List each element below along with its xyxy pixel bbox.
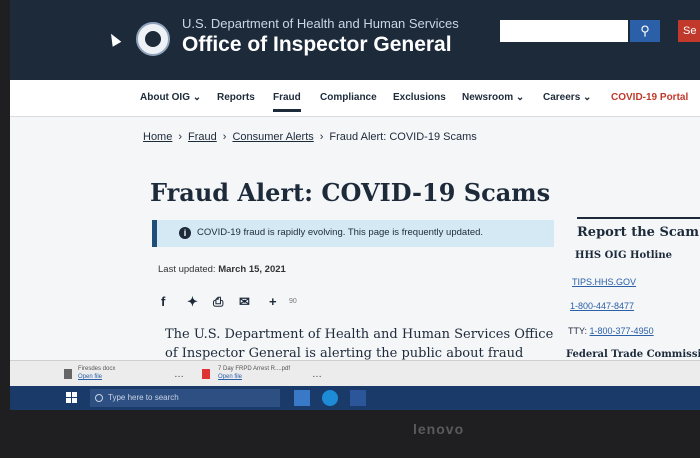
last-updated-label: Last updated: <box>158 264 216 275</box>
taskbar-search-placeholder: Type here to search <box>108 393 179 402</box>
share-count: 90 <box>289 298 297 305</box>
email-icon[interactable]: ✉ <box>239 294 250 310</box>
download-filename: Firesdes docx <box>78 366 116 372</box>
tty-line: TTY: 1-800-377-4950 <box>568 326 654 336</box>
sidebar-hotline: HHS OIG Hotline <box>575 250 672 261</box>
download-filename: 7 Day FRPD Arrest R....pdf <box>218 366 291 372</box>
sidebar-title: Report the Scam <box>577 225 699 240</box>
search-button[interactable]: ⚲ <box>630 20 660 42</box>
sidebar-rule <box>577 217 700 219</box>
file-icon <box>64 369 72 379</box>
breadcrumb-separator: › <box>319 131 324 143</box>
page-title: Fraud Alert: COVID-19 Scams <box>150 178 551 207</box>
nav-careers[interactable]: Careers ⌄ <box>543 92 591 103</box>
facebook-icon[interactable]: f <box>161 294 165 309</box>
screen: U.S. Department of Health and Human Serv… <box>10 0 700 410</box>
edge-icon[interactable] <box>322 390 338 406</box>
breadcrumb-fraud[interactable]: Fraud <box>188 131 217 143</box>
file-explorer-icon[interactable] <box>294 390 310 406</box>
breadcrumb-separator: › <box>178 131 183 143</box>
alert-text: COVID-19 fraud is rapidly evolving. This… <box>197 227 484 238</box>
search-input[interactable] <box>500 20 628 42</box>
breadcrumb-consumer-alerts[interactable]: Consumer Alerts <box>232 131 313 143</box>
breadcrumb-current: Fraud Alert: COVID-19 Scams <box>329 131 477 143</box>
breadcrumb-home[interactable]: Home <box>143 131 172 143</box>
breadcrumb-separator: › <box>222 131 227 143</box>
print-icon[interactable]: ⎙ <box>213 294 223 310</box>
tty-label: TTY: <box>568 326 588 336</box>
nav-reports[interactable]: Reports <box>217 92 255 103</box>
windows-start-icon[interactable] <box>66 392 78 404</box>
alert-banner: i COVID-19 fraud is rapidly evolving. Th… <box>152 220 554 247</box>
download-item-2[interactable]: 7 Day FRPD Arrest R....pdf Open file <box>218 365 290 381</box>
download-open-link[interactable]: Open file <box>78 373 115 381</box>
hotline-phone-link[interactable]: 1-800-447-8477 <box>570 301 634 311</box>
taskbar: Type here to search <box>10 386 700 410</box>
download-open-link[interactable]: Open file <box>218 373 290 381</box>
taskbar-search[interactable]: Type here to search <box>90 389 280 407</box>
sidebar-ftc-heading: Federal Trade Commission <box>566 349 700 360</box>
lenovo-logo: lenovo <box>413 421 465 437</box>
office-name[interactable]: Office of Inspector General <box>182 33 452 57</box>
download-more-icon[interactable]: … <box>312 369 322 380</box>
nav-newsroom[interactable]: Newsroom ⌄ <box>462 92 524 103</box>
pdf-icon <box>202 369 210 379</box>
search-icon <box>95 394 103 402</box>
downloads-bar: Firesdes docx Open file … 7 Day FRPD Arre… <box>10 360 700 387</box>
tips-link[interactable]: TIPS.HHS.GOV <box>572 277 636 287</box>
twitter-icon[interactable]: ✦ <box>187 294 198 310</box>
info-icon: i <box>179 227 191 239</box>
word-icon[interactable] <box>350 390 366 406</box>
tty-number-link[interactable]: 1-800-377-4950 <box>590 326 654 336</box>
more-share-icon[interactable]: + <box>269 294 277 309</box>
last-updated-date: March 15, 2021 <box>218 264 286 275</box>
article-intro: The U.S. Department of Health and Human … <box>165 325 555 363</box>
hhs-seal-logo[interactable] <box>136 22 170 56</box>
department-name: U.S. Department of Health and Human Serv… <box>182 16 459 31</box>
last-updated: Last updated: March 15, 2021 <box>158 264 286 275</box>
nav-about-oig[interactable]: About OIG ⌄ <box>140 92 201 103</box>
download-item-1[interactable]: Firesdes docx Open file <box>78 365 115 381</box>
article-intro-line: The U.S. Department of Health and Human … <box>165 327 554 342</box>
download-more-icon[interactable]: … <box>174 369 184 380</box>
nav-compliance[interactable]: Compliance <box>320 92 377 103</box>
breadcrumb: Home › Fraud › Consumer Alerts › Fraud Alert: … <box>143 131 477 143</box>
main-nav: About OIG ⌄ Reports Fraud Compliance Exc… <box>10 80 700 117</box>
nav-fraud[interactable]: Fraud <box>273 92 301 112</box>
header-extra-button[interactable]: Se <box>678 20 700 42</box>
search-icon: ⚲ <box>640 23 650 38</box>
nav-exclusions[interactable]: Exclusions <box>393 92 446 103</box>
nav-covid-portal[interactable]: COVID-19 Portal <box>611 92 688 103</box>
